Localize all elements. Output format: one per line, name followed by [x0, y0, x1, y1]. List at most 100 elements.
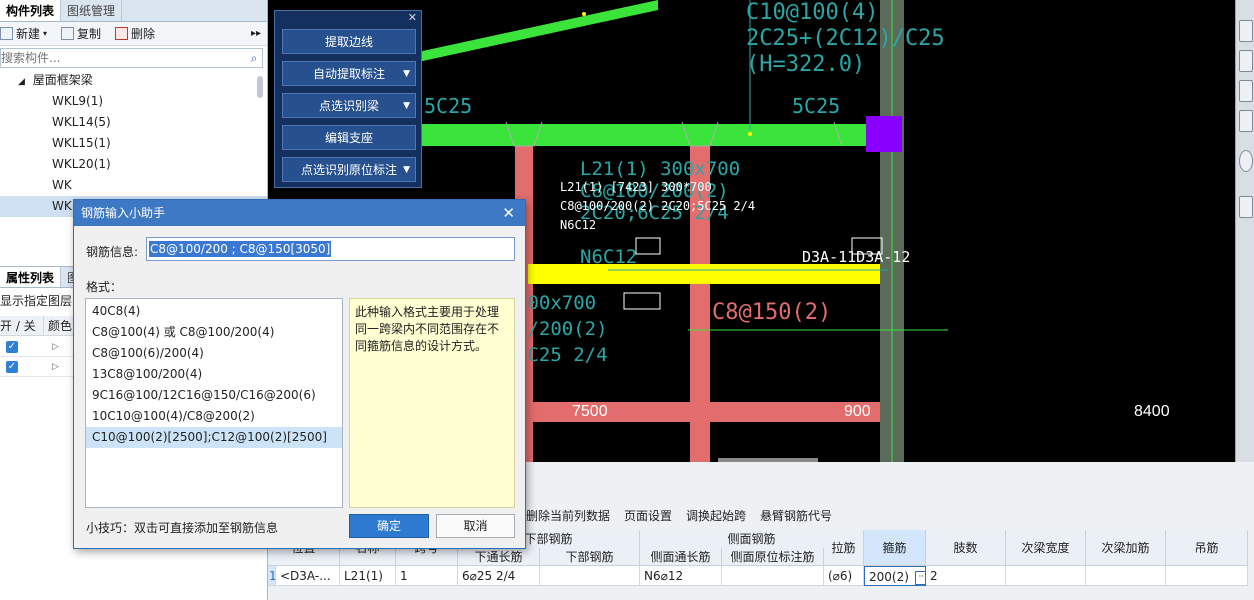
- component-toolbar: 新建 ▾ 复制 删除 ▸▸: [0, 22, 267, 46]
- tab-properties[interactable]: 属性列表: [0, 267, 62, 287]
- cell-secondary-add[interactable]: [1086, 566, 1166, 586]
- format-item[interactable]: C8@100(4) 或 C8@100/200(4): [86, 322, 342, 343]
- diagonal-beam[interactable]: [418, 0, 658, 62]
- pick-identify-beam-button[interactable]: 点选识别梁 ▼: [282, 93, 416, 118]
- cell-side-through[interactable]: N6⌀12: [640, 566, 722, 586]
- dropdown-arrow-icon[interactable]: ▼: [403, 101, 410, 111]
- green-beam[interactable]: [418, 124, 888, 146]
- cell-side-in-situ[interactable]: [722, 566, 824, 586]
- col-tie[interactable]: 拉筋: [824, 530, 864, 566]
- close-icon[interactable]: ✕: [408, 11, 417, 24]
- tree-item[interactable]: WKL14(5): [0, 112, 267, 133]
- annotation-line: N6C12: [560, 218, 597, 232]
- col-hanger[interactable]: 吊筋: [1166, 530, 1248, 566]
- annotation-beam-small: L21(1) [7423] 300*700 C8@100/200(2) 2C20…: [560, 178, 755, 235]
- tab-drawing-management[interactable]: 图纸管理: [61, 0, 123, 21]
- expand-arrow-icon[interactable]: ▷: [52, 362, 59, 372]
- button-label: 提取边线: [324, 35, 373, 49]
- tree-item[interactable]: WKL15(1): [0, 133, 267, 154]
- view-front-button[interactable]: [1239, 80, 1253, 102]
- more-icon[interactable]: ▸▸: [251, 28, 261, 39]
- col-secondary-add[interactable]: 次梁加筋: [1086, 530, 1166, 566]
- delete-button[interactable]: 删除: [115, 25, 155, 42]
- cell-bottom-rebar[interactable]: [540, 566, 640, 586]
- tree-item[interactable]: WK: [0, 175, 267, 196]
- col-stirrup[interactable]: 箍筋: [864, 530, 926, 566]
- component-tabbar: 构件列表 图纸管理: [0, 0, 267, 22]
- dimension-8400: 8400: [1134, 403, 1170, 420]
- col-side-in-situ[interactable]: 侧面原位标注筋: [722, 548, 824, 566]
- tip-text: 小技巧：双击可直接添加至钢筋信息: [86, 521, 279, 535]
- close-icon[interactable]: ✕: [502, 200, 515, 226]
- ellipsis-button[interactable]: ···: [914, 570, 925, 585]
- delete-label: 删除: [131, 27, 156, 41]
- format-item-selected[interactable]: C10@100(2)[2500];C12@100(2)[2500]: [86, 427, 342, 448]
- row-index[interactable]: 1: [268, 566, 276, 586]
- format-item[interactable]: 40C8(4): [86, 301, 342, 322]
- cancel-button[interactable]: 取消: [436, 514, 515, 538]
- col-bottom-through[interactable]: 下通长筋: [458, 548, 540, 566]
- annotation-line: L21(1) [7423] 300*700: [560, 180, 712, 194]
- copy-button[interactable]: 复制: [61, 25, 101, 42]
- cell-name[interactable]: L21(1): [340, 566, 396, 586]
- col-legs[interactable]: 肢数: [926, 530, 1006, 566]
- tab-component-list[interactable]: 构件列表: [0, 0, 62, 21]
- purple-column[interactable]: [866, 116, 902, 152]
- cell-stirrup[interactable]: 200(2) ···: [864, 566, 926, 586]
- col-bottom-rebar[interactable]: 下部钢筋: [540, 548, 640, 566]
- cell-tie[interactable]: (⌀6): [824, 566, 864, 586]
- tree-item[interactable]: WKL9(1): [0, 91, 267, 112]
- search-icon[interactable]: ⌕: [246, 51, 262, 66]
- rotate-button[interactable]: [1239, 150, 1253, 172]
- dropdown-arrow-icon: ▾: [43, 29, 48, 38]
- view-cube-button[interactable]: [1239, 50, 1253, 72]
- component-tree: ◢ 屋面框架梁 WKL9(1) WKL14(5) WKL15(1) WKL20(…: [0, 70, 267, 218]
- col-side-through[interactable]: 侧面通长筋: [640, 548, 722, 566]
- view-grid-button[interactable]: [1239, 196, 1253, 218]
- swap-start-span-button[interactable]: 调换起始跨: [686, 507, 746, 524]
- tree-group[interactable]: ◢ 屋面框架梁: [0, 70, 267, 91]
- button-label: 点选识别原位标注: [300, 163, 397, 177]
- annotation-left-partial: 300x700 0/200(2) 6C25 2/4: [516, 290, 608, 368]
- annotation-line: C8@100/200(2) 2C20;5C25 2/4: [560, 199, 756, 213]
- rebar-info-input[interactable]: C8@100/200 ; C8@150[3050]: [146, 237, 515, 261]
- checkbox-checked[interactable]: ✓: [6, 360, 18, 373]
- delete-column-data-button[interactable]: 删除当前列数据: [526, 507, 610, 524]
- collapse-icon[interactable]: ◢: [18, 77, 25, 87]
- format-item[interactable]: 13C8@100/200(4): [86, 364, 342, 385]
- dropdown-arrow-icon[interactable]: ▼: [403, 165, 410, 175]
- checkbox-checked[interactable]: ✓: [6, 340, 18, 353]
- dropdown-arrow-icon[interactable]: ▼: [403, 69, 410, 79]
- cell-secondary-width[interactable]: [1006, 566, 1086, 586]
- new-icon: [0, 27, 13, 40]
- cantilever-code-button[interactable]: 悬臂钢筋代号: [760, 507, 832, 524]
- search-input[interactable]: [1, 49, 246, 67]
- expand-arrow-icon[interactable]: ▷: [52, 342, 59, 352]
- rebar-info-label: 钢筋信息:: [86, 245, 139, 259]
- tree-item[interactable]: WKL20(1): [0, 154, 267, 175]
- cell-stirrup-value: 200(2): [869, 570, 909, 584]
- format-item[interactable]: 10C10@100(4)/C8@200(2): [86, 406, 342, 427]
- page-setup-button[interactable]: 页面设置: [624, 507, 672, 524]
- annotation-5c25-left: 5C25: [424, 94, 473, 118]
- cell-span[interactable]: 1: [396, 566, 458, 586]
- cell-hanger[interactable]: [1166, 566, 1248, 586]
- col-secondary-width[interactable]: 次梁宽度: [1006, 530, 1086, 566]
- extract-edge-button[interactable]: 提取边线: [282, 29, 416, 54]
- cell-bottom-through[interactable]: 6⌀25 2/4: [458, 566, 540, 586]
- auto-extract-label-button[interactable]: 自动提取标注 ▼: [282, 61, 416, 86]
- format-item[interactable]: 9C16@100/12C16@150/C16@200(6): [86, 385, 342, 406]
- cell-position[interactable]: <D3A-...: [276, 566, 340, 586]
- edit-support-button[interactable]: 编辑支座: [282, 125, 416, 150]
- view-3d-button[interactable]: [1239, 20, 1253, 42]
- dialog-titlebar[interactable]: 钢筋输入小助手 ✕: [74, 200, 525, 226]
- pick-identify-in-situ-button[interactable]: 点选识别原位标注 ▼: [282, 157, 416, 182]
- format-item[interactable]: C8@100(6)/200(4): [86, 343, 342, 364]
- view-side-button[interactable]: [1239, 110, 1253, 132]
- cell-legs[interactable]: 2: [926, 566, 1006, 586]
- dialog-title: 钢筋输入小助手: [81, 206, 166, 220]
- rebar-info-value: C8@100/200 ; C8@150[3050]: [149, 241, 332, 257]
- ok-button[interactable]: 确定: [349, 514, 429, 538]
- tree-scrollbar[interactable]: [257, 76, 263, 98]
- new-button[interactable]: 新建 ▾: [0, 25, 47, 42]
